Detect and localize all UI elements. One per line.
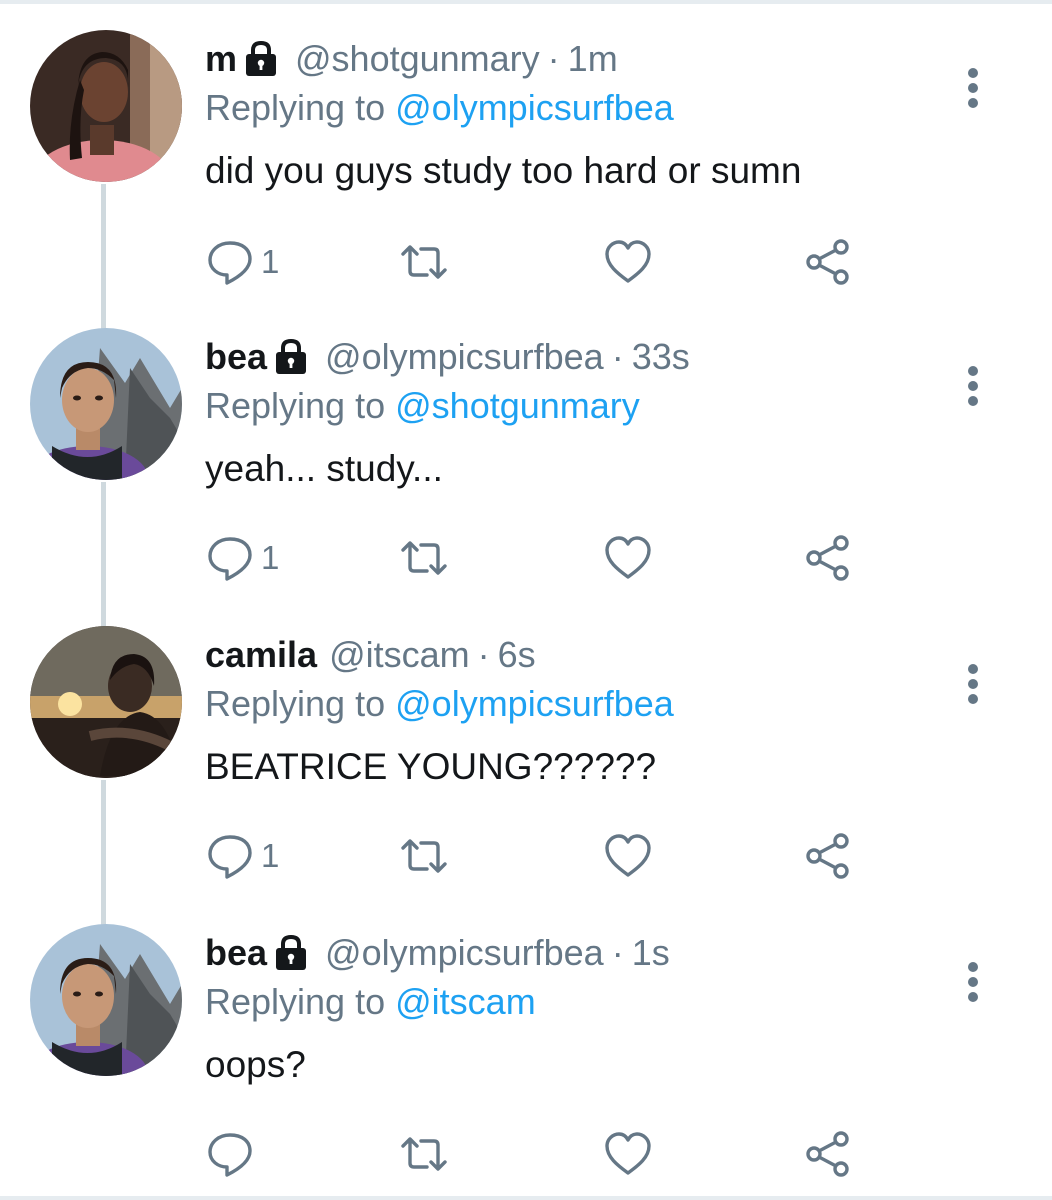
display-name[interactable]: bea (205, 332, 267, 382)
reply-button[interactable]: 1 (205, 828, 279, 884)
reply-button[interactable]: 1 (205, 234, 279, 290)
share-button[interactable] (803, 234, 853, 290)
thread-view: m @shotgunmary · 1m Replying to @olympic… (0, 0, 1052, 1200)
more-options-icon[interactable] (958, 364, 988, 408)
avatar[interactable] (30, 30, 182, 182)
share-icon (806, 1131, 849, 1177)
share-icon (806, 535, 849, 581)
avatar-image-bea (30, 924, 182, 1076)
separator-dot: · (611, 932, 624, 973)
avatar-image-m (30, 30, 182, 182)
display-name[interactable]: m (205, 34, 237, 84)
thread-connector (101, 482, 106, 628)
avatar[interactable] (30, 924, 182, 1076)
more-options-icon[interactable] (958, 662, 988, 706)
timestamp[interactable]: 1m (568, 34, 618, 84)
user-handle[interactable]: @itscam (329, 630, 470, 680)
reply-button[interactable]: 1 (205, 530, 279, 586)
replying-to-label: Replying to (205, 683, 386, 724)
thread-connector (101, 780, 106, 926)
replying-to-label: Replying to (205, 87, 386, 128)
retweet-button[interactable] (399, 1126, 449, 1182)
reply-icon (208, 241, 252, 285)
separator-dot: · (547, 38, 560, 79)
more-options-icon[interactable] (958, 960, 988, 1004)
retweet-icon (401, 245, 447, 279)
tweet-actions: 1 (205, 234, 885, 290)
replying-to-line: Replying to @itscam (205, 978, 945, 1026)
display-name[interactable]: camila (205, 630, 317, 680)
reply-icon (208, 537, 252, 581)
avatar[interactable] (30, 626, 182, 778)
replying-to-mention[interactable]: @shotgunmary (395, 385, 640, 426)
lock-icon (273, 934, 309, 972)
share-icon (806, 239, 849, 285)
replying-to-mention[interactable]: @olympicsurfbea (395, 87, 674, 128)
user-handle[interactable]: @shotgunmary (295, 34, 540, 84)
share-icon (806, 833, 849, 879)
timestamp[interactable]: 1s (632, 928, 670, 978)
replying-to-line: Replying to @olympicsurfbea (205, 680, 945, 728)
reply-count: 1 (261, 243, 280, 280)
retweet-button[interactable] (399, 530, 449, 586)
tweet-actions: 1 (205, 828, 885, 884)
timestamp[interactable]: 6s (498, 630, 536, 680)
reply-icon (208, 1133, 252, 1177)
replying-to-line: Replying to @olympicsurfbea (205, 84, 945, 132)
reply-count: 1 (261, 539, 280, 576)
tweet-text: BEATRICE YOUNG?????? (205, 746, 657, 787)
like-button[interactable] (603, 1126, 653, 1182)
reply-icon (208, 835, 252, 879)
like-button[interactable] (603, 828, 653, 884)
reply-button[interactable] (205, 1126, 261, 1182)
more-options-icon[interactable] (958, 66, 988, 110)
retweet-button[interactable] (399, 828, 449, 884)
tweet-text: oops? (205, 1044, 306, 1085)
user-handle[interactable]: @olympicsurfbea (325, 332, 604, 382)
replying-to-mention[interactable]: @itscam (395, 981, 536, 1022)
replying-to-line: Replying to @shotgunmary (205, 382, 945, 430)
heart-icon (605, 536, 651, 579)
heart-icon (605, 240, 651, 283)
avatar-image-camila (30, 626, 182, 778)
heart-icon (605, 1132, 651, 1175)
replying-to-label: Replying to (205, 981, 386, 1022)
lock-icon (243, 40, 279, 78)
like-button[interactable] (603, 234, 653, 290)
tweet-actions (205, 1126, 885, 1182)
retweet-icon (401, 839, 447, 873)
heart-icon (605, 834, 651, 877)
like-button[interactable] (603, 530, 653, 586)
share-button[interactable] (803, 1126, 853, 1182)
display-name[interactable]: bea (205, 928, 267, 978)
user-handle[interactable]: @olympicsurfbea (325, 928, 604, 978)
thread-connector (101, 184, 106, 330)
tweet-text: did you guys study too hard or sumn (205, 150, 802, 191)
separator-dot: · (477, 634, 490, 675)
retweet-button[interactable] (399, 234, 449, 290)
timestamp[interactable]: 33s (632, 332, 690, 382)
share-button[interactable] (803, 828, 853, 884)
tweet-text: yeah... study... (205, 448, 443, 489)
lock-icon (273, 338, 309, 376)
avatar[interactable] (30, 328, 182, 480)
avatar-image-bea (30, 328, 182, 480)
reply-count: 1 (261, 837, 280, 874)
tweet-actions: 1 (205, 530, 885, 586)
retweet-icon (401, 541, 447, 575)
replying-to-mention[interactable]: @olympicsurfbea (395, 683, 674, 724)
replying-to-label: Replying to (205, 385, 386, 426)
separator-dot: · (611, 336, 624, 377)
share-button[interactable] (803, 530, 853, 586)
retweet-icon (401, 1137, 447, 1171)
